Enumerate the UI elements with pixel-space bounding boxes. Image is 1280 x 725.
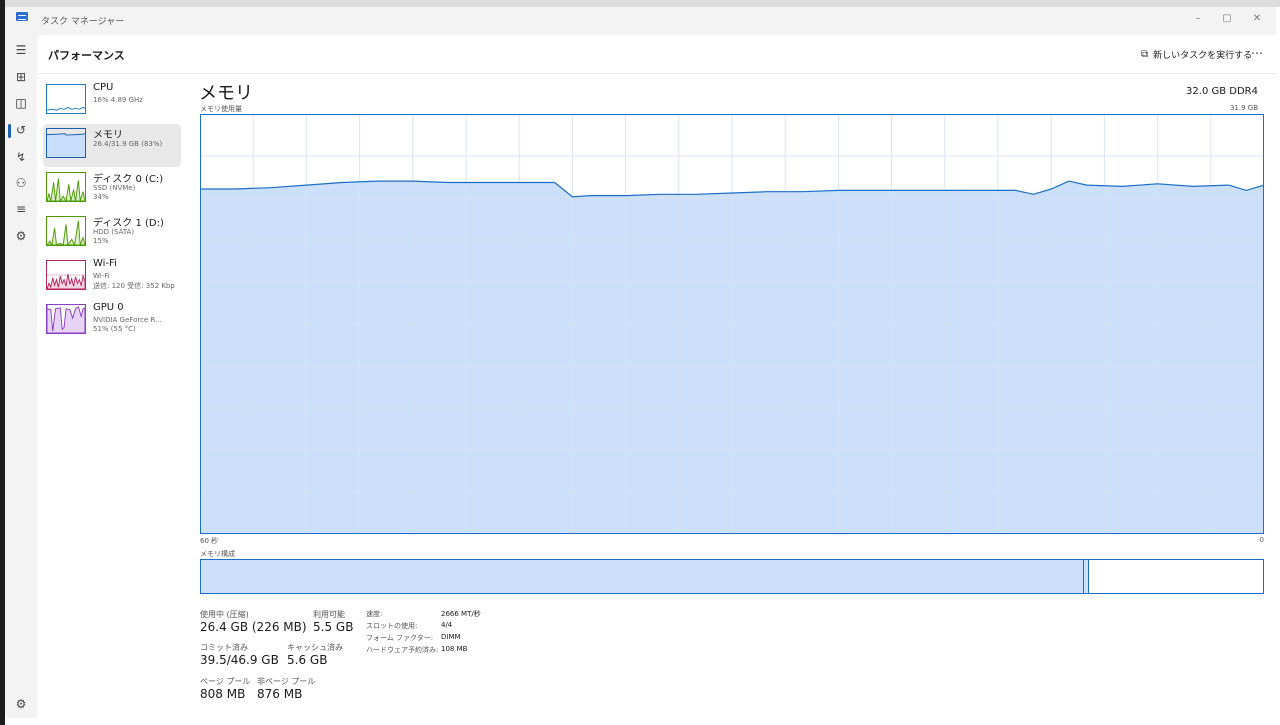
- users-icon[interactable]: ⚇: [12, 174, 30, 192]
- resource-usage: 15%: [93, 237, 109, 245]
- committed-value: 39.5/46.9 GB: [200, 653, 279, 667]
- resource-detail: HDD (SATA): [93, 228, 135, 236]
- hardware-reserved-label: ハードウェア予約済み:: [366, 646, 439, 654]
- resource-name: GPU 0: [93, 302, 124, 313]
- speed-value: 2666 MT/秒: [441, 610, 481, 618]
- resource-list: CPU 16% 4.89 GHz メモリ 26.4/31.9 GB (83%) …: [43, 80, 181, 344]
- active-indicator: [8, 124, 11, 138]
- resource-name: ディスク 1 (D:): [93, 218, 164, 229]
- paged-pool-value: 808 MB: [200, 687, 246, 701]
- hamburger-menu-icon[interactable]: ☰: [12, 41, 30, 59]
- task-manager-app-icon: [16, 12, 28, 21]
- resource-item-memory[interactable]: メモリ 26.4/31.9 GB (83%): [43, 124, 181, 167]
- close-button[interactable]: ✕: [1242, 10, 1272, 28]
- content-area: パフォーマンス ⧉ 新しいタスクを実行する ⋯ CPU 16% 4.89 GHz…: [37, 35, 1276, 718]
- speed-label: 速度:: [366, 610, 383, 618]
- in-use-label: 使用中 (圧縮): [200, 610, 249, 619]
- x-axis-end-label: 0: [1259, 536, 1264, 544]
- app-history-icon[interactable]: ↺: [12, 121, 30, 139]
- title-bar[interactable]: タスク マネージャー – ▢ ✕: [5, 7, 1276, 35]
- memory-usage-graph: [200, 114, 1264, 534]
- slots-label: スロットの使用:: [366, 622, 418, 630]
- resource-detail: NVIDIA GeForce R...: [93, 316, 162, 324]
- resource-name: Wi-Fi: [93, 258, 117, 269]
- in-use-value: 26.4 GB (226 MB): [200, 620, 307, 634]
- task-manager-window: タスク マネージャー – ▢ ✕ ☰ ⊞ ◫ ↺ ↯ ⚇ ≡ ⚙ ⚙ パフォーマ…: [5, 7, 1276, 718]
- page-title: パフォーマンス: [48, 49, 125, 62]
- resource-item-gpu-0[interactable]: GPU 0 NVIDIA GeForce R... 51% (55 °C): [43, 300, 181, 343]
- resource-name: ディスク 0 (C:): [93, 174, 164, 185]
- navigation-rail: ☰ ⊞ ◫ ↺ ↯ ⚇ ≡ ⚙ ⚙: [5, 35, 37, 718]
- resource-name: メモリ: [93, 130, 123, 141]
- composition-in-use[interactable]: [200, 559, 1083, 594]
- available-value: 5.5 GB: [313, 620, 354, 634]
- cached-value: 5.6 GB: [287, 653, 328, 667]
- memory-composition-bar: [200, 559, 1264, 594]
- usage-graph-max: 31.9 GB: [1229, 104, 1258, 112]
- resource-detail: 16% 4.89 GHz: [93, 96, 143, 104]
- resource-name: CPU: [93, 82, 114, 93]
- resource-detail: SSD (NVMe): [93, 184, 136, 192]
- x-axis-start-label: 60 秒: [200, 537, 219, 545]
- cached-label: キャッシュ済み: [287, 643, 343, 652]
- window-title: タスク マネージャー: [41, 17, 125, 27]
- hardware-reserved-value: 108 MB: [441, 645, 468, 653]
- resource-usage: 34%: [93, 193, 109, 201]
- processes-icon[interactable]: ⊞: [12, 68, 30, 86]
- memory-thumbnail-graph: [46, 128, 86, 158]
- screen-top-edge: [0, 0, 1280, 7]
- paged-pool-label: ページ プール: [200, 677, 251, 686]
- usage-graph-label: メモリ使用量: [200, 105, 242, 113]
- nonpaged-pool-value: 876 MB: [257, 687, 303, 701]
- performance-icon[interactable]: ◫: [12, 94, 30, 112]
- resource-detail: 26.4/31.9 GB (83%): [93, 140, 163, 148]
- disk1-thumbnail-graph: [46, 216, 86, 246]
- wifi-thumbnail-graph: [46, 260, 86, 290]
- gpu0-thumbnail-graph: [46, 304, 86, 334]
- resource-item-disk-0[interactable]: ディスク 0 (C:) SSD (NVMe) 34%: [43, 168, 181, 211]
- form-factor-value: DIMM: [441, 633, 461, 641]
- nonpaged-pool-label: 非ページ プール: [257, 677, 316, 686]
- composition-label: メモリ構成: [200, 550, 235, 558]
- resource-item-disk-1[interactable]: ディスク 1 (D:) HDD (SATA) 15%: [43, 212, 181, 255]
- settings-icon[interactable]: ⚙: [12, 695, 30, 713]
- maximize-button[interactable]: ▢: [1212, 10, 1242, 28]
- minimize-button[interactable]: –: [1183, 10, 1213, 28]
- panel-title: メモリ: [199, 83, 253, 104]
- disk0-thumbnail-graph: [46, 172, 86, 202]
- cpu-thumbnail-graph: [46, 84, 86, 114]
- details-icon[interactable]: ≡: [12, 200, 30, 218]
- resource-item-wifi[interactable]: Wi-Fi Wi-Fi 送信: 120 受信: 352 Kbp: [43, 256, 181, 299]
- startup-apps-icon[interactable]: ↯: [12, 148, 30, 166]
- available-label: 利用可能: [313, 610, 345, 619]
- services-icon[interactable]: ⚙: [12, 227, 30, 245]
- committed-label: コミット済み: [200, 643, 248, 652]
- form-factor-label: フォーム ファクター:: [366, 634, 434, 642]
- resource-item-cpu[interactable]: CPU 16% 4.89 GHz: [43, 80, 181, 123]
- resource-detail: Wi-Fi: [93, 272, 110, 280]
- memory-spec: 32.0 GB DDR4: [1186, 86, 1258, 97]
- resource-throughput: 送信: 120 受信: 352 Kbp: [93, 282, 175, 290]
- slots-value: 4/4: [441, 621, 453, 629]
- memory-panel: メモリ 32.0 GB DDR4 メモリ使用量 31.9 GB 60 秒 0 メ…: [190, 35, 1276, 718]
- resource-usage: 51% (55 °C): [93, 325, 136, 333]
